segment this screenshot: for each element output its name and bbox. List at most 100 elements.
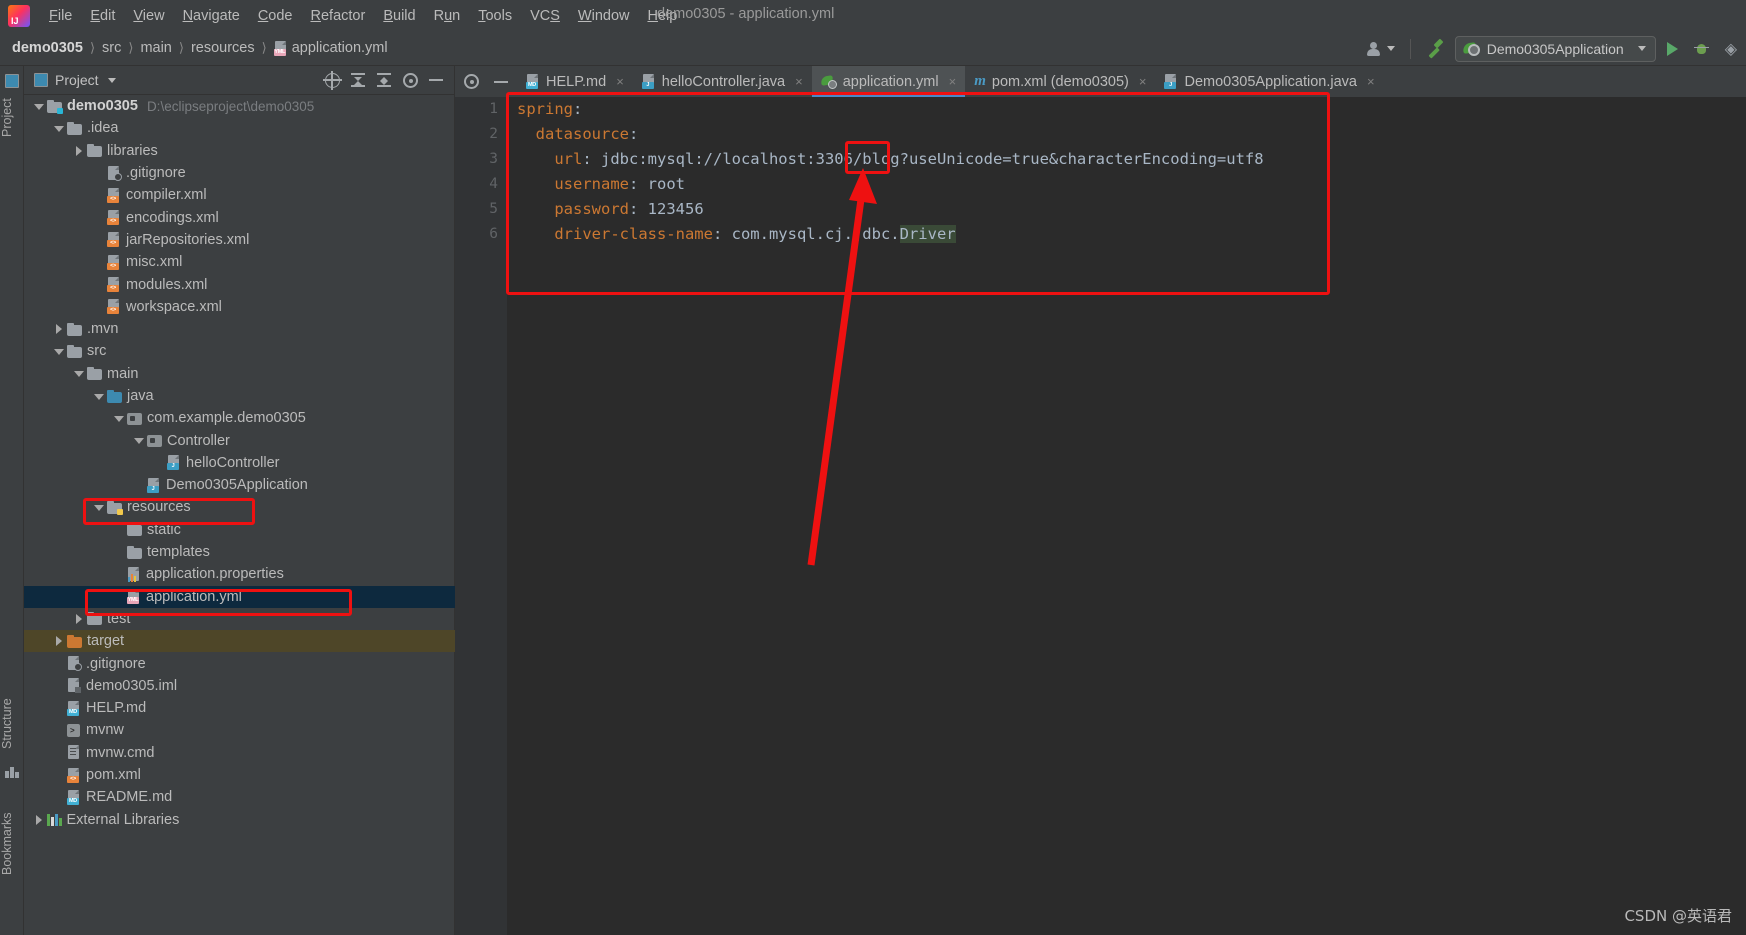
tree-node-resources[interactable]: resources (24, 496, 455, 518)
menu-item-navigate[interactable]: Navigate (174, 5, 249, 27)
close-icon[interactable]: × (616, 74, 624, 89)
debug-button[interactable] (1689, 37, 1714, 61)
menu-item-build[interactable]: Build (374, 5, 424, 27)
tree-node-application-properties[interactable]: application.properties (24, 563, 455, 585)
collapse-all-icon[interactable] (372, 70, 396, 90)
settings-gear-icon[interactable] (398, 70, 422, 90)
tree-node-readme-md[interactable]: MD README.md (24, 786, 455, 808)
menu-item-file[interactable]: FFileile (40, 5, 81, 27)
chevron-right-icon[interactable] (72, 612, 85, 625)
chevron-down-icon[interactable] (112, 412, 125, 425)
chevron-down-icon[interactable] (32, 100, 45, 113)
tree-node-mvnw[interactable]: > mvnw (24, 719, 455, 741)
tree-node-jarrepositories-xml[interactable]: <> jarRepositories.xml (24, 229, 455, 251)
profile-button[interactable] (1361, 37, 1400, 61)
tree-node-modules-xml[interactable]: <> modules.xml (24, 273, 455, 295)
tree-node-demo0305[interactable]: demo0305 D:\eclipseproject\demo0305 (24, 95, 455, 117)
editor-tab-actions[interactable] (455, 66, 517, 97)
chevron-down-icon[interactable] (52, 122, 65, 135)
menu-item-window[interactable]: Window (569, 5, 639, 27)
more-actions-button[interactable]: ◈ (1720, 37, 1742, 61)
tree-node-compiler-xml[interactable]: <> compiler.xml (24, 184, 455, 206)
breadcrumb-item-src[interactable]: src (102, 40, 121, 56)
code-line-3[interactable]: url: jdbc:mysql://localhost:3306/blog?us… (507, 147, 1746, 172)
tree-node-com-example-demo0305[interactable]: com.example.demo0305 (24, 407, 455, 429)
code-editor[interactable]: 1 2 3 4 5 6 spring: datasource: url: jdbc:mys… (455, 97, 1746, 935)
chevron-down-icon[interactable] (92, 501, 105, 514)
editor-tab-help-md[interactable]: MD HELP.md × (517, 66, 633, 97)
breadcrumb-item-project[interactable]: demo0305 (12, 40, 83, 56)
menu-item-vcs[interactable]: VCS (521, 5, 569, 27)
code-line-5[interactable]: password: 123456 (507, 197, 1746, 222)
tree-node-libraries[interactable]: libraries (24, 140, 455, 162)
tree-node-misc-xml[interactable]: <> misc.xml (24, 251, 455, 273)
close-icon[interactable]: × (949, 74, 957, 89)
menu-item-run[interactable]: Run (425, 5, 470, 27)
tree-node-mvnw-cmd[interactable]: mvnw.cmd (24, 742, 455, 764)
settings-gear-icon[interactable] (464, 74, 479, 89)
tree-node-templates[interactable]: templates (24, 541, 455, 563)
stripe-button-structure[interactable]: Structure (0, 686, 24, 761)
build-project-button[interactable] (1421, 37, 1449, 61)
chevron-down-icon[interactable] (132, 434, 145, 447)
run-button[interactable] (1662, 37, 1683, 61)
tree-node-test[interactable]: test (24, 608, 455, 630)
structure-tool-icon[interactable] (5, 766, 19, 778)
tree-node-pom-xml[interactable]: <> pom.xml (24, 764, 455, 786)
menu-item-edit[interactable]: Edit (81, 5, 124, 27)
tree-node-workspace-xml[interactable]: <> workspace.xml (24, 296, 455, 318)
editor-tab-application-yml[interactable]: application.yml × (811, 66, 966, 97)
chevron-down-icon[interactable] (107, 77, 116, 83)
chevron-right-icon[interactable] (72, 144, 85, 157)
code-line-1[interactable]: spring: (507, 97, 1746, 122)
tree-node-main[interactable]: main (24, 363, 455, 385)
chevron-down-icon[interactable] (72, 367, 85, 380)
editor-code-content[interactable]: spring: datasource: url: jdbc:mysql://lo… (507, 97, 1746, 935)
expand-all-icon[interactable] (346, 70, 370, 90)
locate-crosshair-icon[interactable] (320, 70, 344, 90)
chevron-down-icon[interactable] (52, 345, 65, 358)
stripe-button-bookmarks[interactable]: Bookmarks (0, 801, 24, 886)
tree-node-static[interactable]: static (24, 519, 455, 541)
chevron-right-icon[interactable] (52, 323, 65, 336)
tree-node-application-yml[interactable]: YML application.yml (24, 585, 455, 608)
tree-node--gitignore[interactable]: .gitignore (24, 162, 455, 184)
breadcrumb-item-file[interactable]: YML application.yml (273, 40, 388, 56)
chevron-right-icon[interactable] (52, 635, 65, 648)
tree-node-controller[interactable]: Controller (24, 429, 455, 451)
project-tool-icon[interactable] (5, 74, 19, 88)
close-icon[interactable]: × (1139, 74, 1147, 89)
breadcrumb-item-main[interactable]: main (140, 40, 171, 56)
tree-node-demo0305-iml[interactable]: demo0305.iml (24, 675, 455, 697)
tree-node-target[interactable]: target (24, 630, 455, 653)
editor-tab-hellocontroller-java[interactable]: JhelloController.java × (633, 66, 812, 97)
menu-item-tools[interactable]: Tools (469, 5, 521, 27)
chevron-down-icon[interactable] (92, 390, 105, 403)
breadcrumb-item-resources[interactable]: resources (191, 40, 255, 56)
chevron-right-icon[interactable] (32, 813, 45, 826)
tree-node-hellocontroller[interactable]: JhelloController (24, 452, 455, 474)
menu-item-code[interactable]: Code (249, 5, 302, 27)
run-configuration-selector[interactable]: Demo0305Application (1454, 35, 1656, 62)
stripe-button-project[interactable]: Project (0, 88, 24, 148)
tree-node-java[interactable]: java (24, 385, 455, 407)
close-icon[interactable]: × (795, 74, 803, 89)
close-icon[interactable]: × (1367, 74, 1375, 89)
project-file-tree[interactable]: demo0305 D:\eclipseproject\demo0305 .idea l… (24, 95, 455, 935)
tree-node--idea[interactable]: .idea (24, 117, 455, 139)
tree-node-encodings-xml[interactable]: <> encodings.xml (24, 206, 455, 228)
tree-node--gitignore[interactable]: .gitignore (24, 652, 455, 674)
tree-node-demo0305application[interactable]: J Demo0305Application (24, 474, 455, 496)
tree-node--mvn[interactable]: .mvn (24, 318, 455, 340)
menu-item-view[interactable]: View (124, 5, 173, 27)
menu-item-refactor[interactable]: Refactor (302, 5, 375, 27)
tree-node-external-libraries[interactable]: External Libraries (24, 809, 455, 831)
code-line-2[interactable]: datasource: (507, 122, 1746, 147)
code-line-4[interactable]: username: root (507, 172, 1746, 197)
code-line-6[interactable]: driver-class-name: com.mysql.cj.jdbc.Dri… (507, 222, 1746, 247)
hide-editor-icon[interactable] (494, 80, 508, 83)
tree-node-help-md[interactable]: MD HELP.md (24, 697, 455, 719)
editor-tab-demo0305application-java[interactable]: J Demo0305Application.java × (1155, 66, 1383, 97)
tree-node-src[interactable]: src (24, 340, 455, 362)
editor-tab-pom-xml-demo0305-[interactable]: m pom.xml (demo0305) × (965, 66, 1155, 97)
